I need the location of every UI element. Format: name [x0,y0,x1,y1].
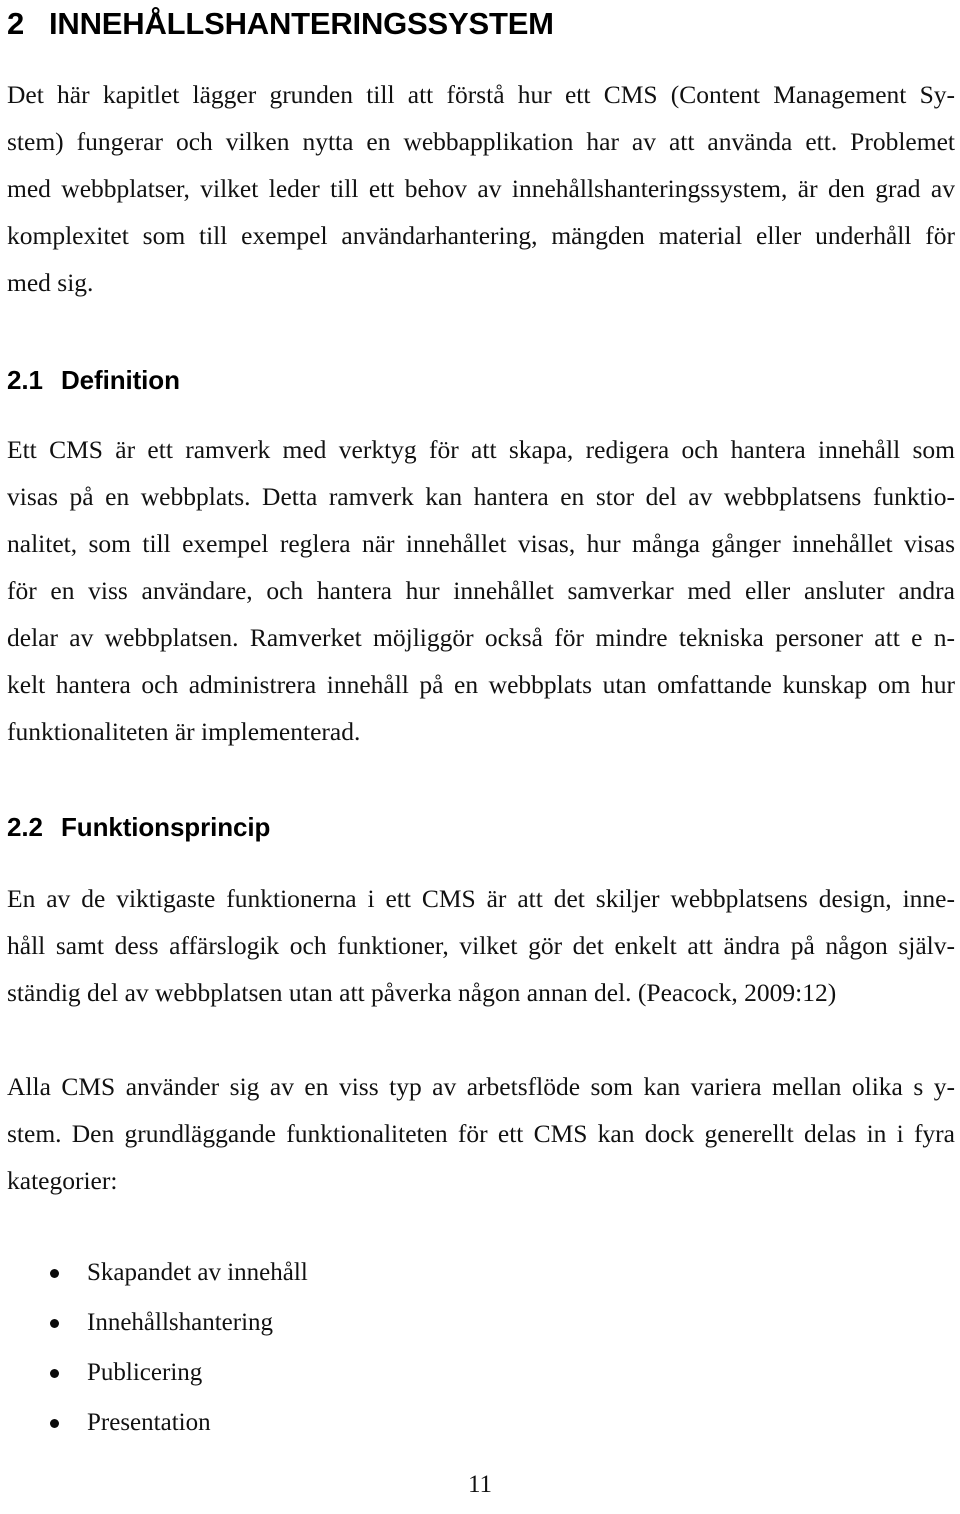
list-item-label: Innehållshantering [87,1309,274,1336]
text-line: delar av webbplatsen. Ramverket möjliggö… [7,623,955,652]
list-item: Skapandet av innehåll [5,1248,955,1298]
intro-paragraph: Det här kapitlet lägger grunden till att… [5,71,955,306]
text-line: Ett CMS är ett ramverk med verktyg för a… [7,435,955,464]
document-page: 2 INNEHÅLLSHANTERINGSSYSTEM Det här kapit… [0,0,960,1514]
list-item: Presentation [5,1398,955,1448]
bullet-icon [50,1269,59,1278]
spacer-after-section-2-1-heading [5,396,955,426]
text-line: Alla CMS använder sig av en viss typ av … [7,1072,955,1101]
text-line: visas på en webbplats. Detta ramverk kan… [7,482,955,511]
text-line: ständig del av webbplatsen utan att påve… [7,978,837,1007]
bullet-icon [50,1319,59,1328]
section-title-2-1: Definition [61,365,180,395]
chapter-title: INNEHÅLLSHANTERINGSSYSTEM [49,6,554,41]
list-item-label: Skapandet av innehåll [87,1259,308,1286]
text-line: stem) fungerar och vilken nytta en webba… [7,127,955,156]
section-number-2-2: 2.2 [7,812,43,842]
text-line: funktionaliteten är implementerad. [7,717,361,746]
text-line: nalitet, som till exempel reglera när in… [7,529,955,558]
section-2-2-paragraph-1: En av de viktigaste funktionerna i ett C… [5,875,955,1016]
category-list: Skapandet av innehåll Innehållshantering… [5,1248,955,1448]
list-item-label: Presentation [87,1409,211,1436]
section-heading-2-2: 2.2 Funktionsprincip [5,811,955,843]
text-line: kategorier: [7,1166,118,1195]
spacer-after-section-2-2-heading [5,843,955,875]
text-line: Det här kapitlet lägger grunden till att… [7,80,955,109]
bullet-icon [50,1419,59,1428]
spacer-after-chapter-heading [5,43,955,71]
text-line: med sig. [7,268,94,297]
section-2-1-paragraph: Ett CMS är ett ramverk med verktyg för a… [5,426,955,755]
text-line: stem. Den grundläggande funktionaliteten… [7,1119,955,1148]
spacer-before-bullets [5,1204,955,1248]
text-line: med webbplatser, vilket leder till ett b… [7,174,955,203]
section-title-2-2: Funktionsprincip [61,812,271,842]
spacer-before-section-2-2 [5,755,955,811]
list-item: Publicering [5,1348,955,1398]
text-line: En av de viktigaste funktionerna i ett C… [7,884,955,913]
text-line: håll samt dess affärslogik och funktione… [7,931,955,960]
section-heading-2-1: 2.1 Definition [5,364,955,396]
text-line: kelt hantera och administrera innehåll p… [7,670,955,699]
page-number: 11 [467,1471,493,1498]
text-line: komplexitet som till exempel användarhan… [7,221,955,250]
chapter-number: 2 [7,6,25,41]
page-title: 2 INNEHÅLLSHANTERINGSSYSTEM [5,0,955,43]
section-2-2-paragraph-2: Alla CMS använder sig av en viss typ av … [5,1063,955,1204]
list-item: Innehållshantering [5,1298,955,1348]
spacer-between-paragraphs [5,1016,955,1063]
spacer-before-section-2-1 [5,306,955,364]
list-item-label: Publicering [87,1359,203,1386]
bullet-icon [50,1369,59,1378]
section-number-2-1: 2.1 [7,365,43,395]
text-line: för en viss användare, och hantera hur i… [7,576,955,605]
